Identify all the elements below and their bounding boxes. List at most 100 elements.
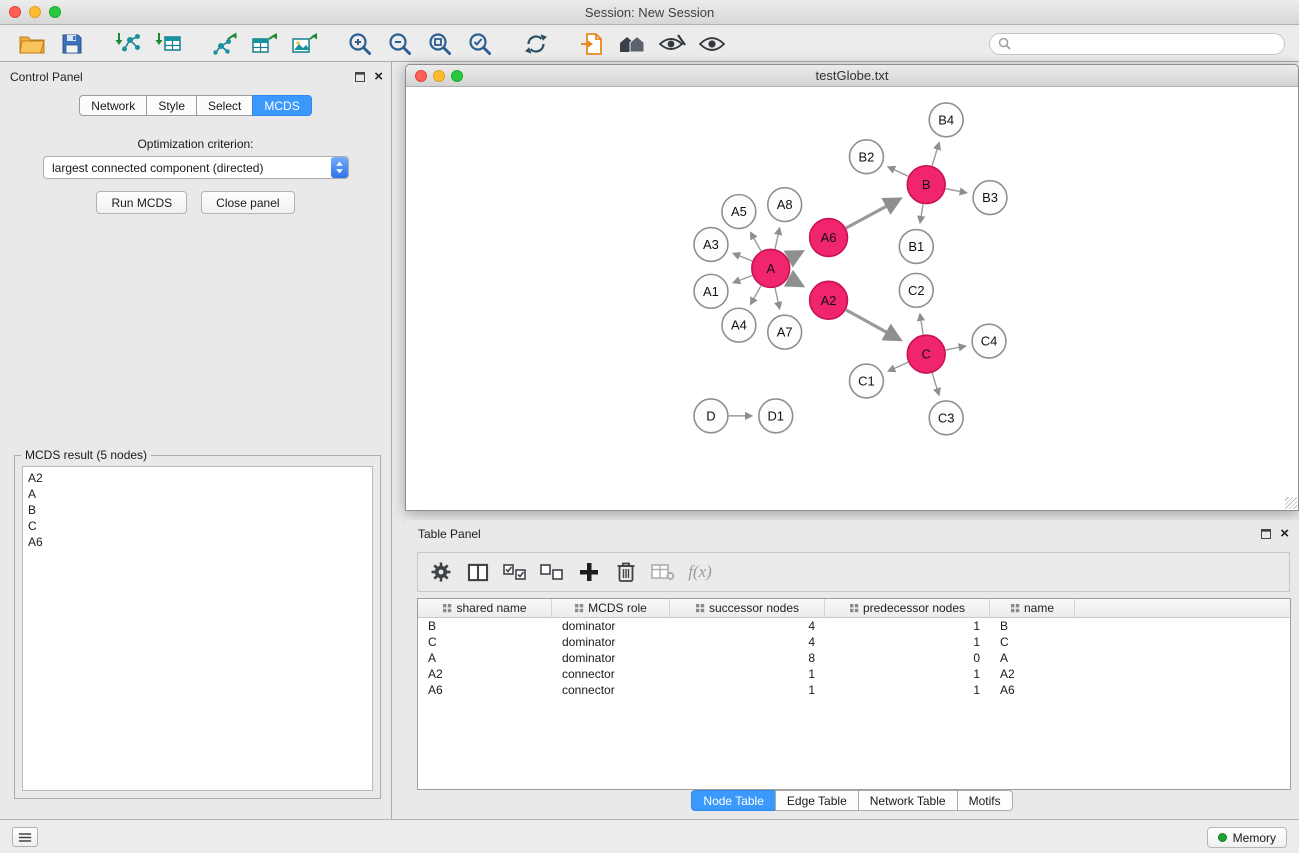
table-tab-node-table[interactable]: Node Table [691,790,776,811]
select-all-columns-button[interactable] [500,557,530,587]
edge-A6-B[interactable] [846,199,900,228]
column-header-predecessor-nodes[interactable]: predecessor nodes [825,599,990,617]
optimization-criterion-dropdown[interactable]: largest connected component (directed) [43,156,349,179]
column-header-successor-nodes[interactable]: successor nodes [670,599,825,617]
node-C2[interactable]: C2 [899,273,933,307]
control-tab-network[interactable]: Network [79,95,147,116]
float-table-panel-icon[interactable] [1261,529,1271,539]
node-B[interactable]: B [907,166,945,204]
node-B3[interactable]: B3 [973,181,1007,215]
unselect-all-columns-button[interactable] [537,557,567,587]
node-C3[interactable]: C3 [929,401,963,435]
zoom-window-button[interactable] [49,6,61,18]
edge-C-C2[interactable] [920,314,923,334]
network-minimize-button[interactable] [433,70,445,82]
mcds-result-item[interactable]: C [28,518,367,534]
table-tab-edge-table[interactable]: Edge Table [775,790,859,811]
edge-A-A8[interactable] [775,228,780,249]
column-header-shared-name[interactable]: shared name [418,599,552,617]
node-B1[interactable]: B1 [899,230,933,264]
mcds-result-item[interactable]: A [28,486,367,502]
eye-button[interactable] [692,28,732,60]
table-tab-motifs[interactable]: Motifs [957,790,1013,811]
node-C4[interactable]: C4 [972,324,1006,358]
node-A1[interactable]: A1 [694,274,728,308]
export-table-button[interactable] [244,28,284,60]
node-A[interactable]: A [752,249,790,287]
float-panel-icon[interactable] [355,72,365,82]
node-B2[interactable]: B2 [849,140,883,174]
edge-C-C4[interactable] [946,346,966,350]
control-tab-style[interactable]: Style [146,95,197,116]
network-close-button[interactable] [415,70,427,82]
mcds-result-item[interactable]: A6 [28,534,367,550]
document-with-arrow-button[interactable] [572,28,612,60]
refresh-button[interactable] [516,28,556,60]
node-A2[interactable]: A2 [810,281,848,319]
table-settings-button[interactable] [426,557,456,587]
network-graph[interactable]: B4 B2 B B3 B1 A5 A8A6 A3 A A1 A2 C2 A4 A7 C4 C C1 C3 D D1 [407,88,1297,509]
panel-menu-button[interactable] [12,827,38,847]
graphics-details-button[interactable] [652,28,692,60]
control-tab-select[interactable]: Select [196,95,253,116]
table-row[interactable]: Bdominator41B [418,618,1290,634]
edge-B-B1[interactable] [920,204,923,222]
table-tab-network-table[interactable]: Network Table [858,790,958,811]
mcds-result-item[interactable]: B [28,502,367,518]
mcds-result-item[interactable]: A2 [28,470,367,486]
zoom-selected-button[interactable] [460,28,500,60]
node-A7[interactable]: A7 [768,315,802,349]
create-column-button[interactable] [574,557,604,587]
close-control-panel-icon[interactable]: × [374,70,383,84]
node-C[interactable]: C [907,335,945,373]
network-zoom-button[interactable] [451,70,463,82]
table-row[interactable]: Adominator80A [418,650,1290,666]
edge-B-B2[interactable] [888,167,908,176]
control-tab-mcds[interactable]: MCDS [252,95,311,116]
network-canvas[interactable]: B4 B2 B B3 B1 A5 A8A6 A3 A A1 A2 C2 A4 A7 C4 C C1 C3 D D1 [407,88,1297,509]
run-mcds-button[interactable]: Run MCDS [96,191,187,214]
export-network-button[interactable] [204,28,244,60]
edge-A-A6[interactable] [788,252,802,259]
edge-A-A1[interactable] [733,276,752,283]
node-B4[interactable]: B4 [929,103,963,137]
network-window-titlebar[interactable]: testGlobe.txt [406,65,1298,87]
edge-A-A3[interactable] [733,253,752,261]
zoom-out-button[interactable] [380,28,420,60]
open-session-button[interactable] [12,28,52,60]
node-A4[interactable]: A4 [722,308,756,342]
table-row[interactable]: A6connector11A6 [418,682,1290,698]
edge-A-A2[interactable] [788,278,802,286]
save-session-button[interactable] [52,28,92,60]
edge-A2-C[interactable] [846,310,900,340]
edge-B-B3[interactable] [946,189,967,193]
import-table-button[interactable] [148,28,188,60]
close-panel-button[interactable]: Close panel [201,191,294,214]
window-resize-handle[interactable] [1285,497,1297,509]
node-D1[interactable]: D1 [759,399,793,433]
table-row[interactable]: A2connector11A2 [418,666,1290,682]
node-A8[interactable]: A8 [768,188,802,222]
close-window-button[interactable] [9,6,21,18]
edge-C-C1[interactable] [888,362,908,371]
node-A6[interactable]: A6 [810,219,848,257]
homes-button[interactable] [612,28,652,60]
table-row[interactable]: Cdominator41C [418,634,1290,650]
node-A5[interactable]: A5 [722,195,756,229]
edge-C-C3[interactable] [932,373,939,395]
node-C1[interactable]: C1 [849,364,883,398]
delete-table-button[interactable] [648,557,678,587]
column-header-MCDS-role[interactable]: MCDS role [552,599,670,617]
edge-A-A7[interactable] [775,288,780,309]
function-builder-button[interactable]: f(x) [685,557,715,587]
node-A3[interactable]: A3 [694,228,728,262]
minimize-window-button[interactable] [29,6,41,18]
export-image-button[interactable] [284,28,324,60]
node-D[interactable]: D [694,399,728,433]
column-header-name[interactable]: name [990,599,1075,617]
edge-A-A4[interactable] [751,286,761,305]
delete-column-button[interactable] [611,557,641,587]
zoom-fit-button[interactable] [420,28,460,60]
zoom-in-button[interactable] [340,28,380,60]
search-box[interactable] [989,33,1285,55]
